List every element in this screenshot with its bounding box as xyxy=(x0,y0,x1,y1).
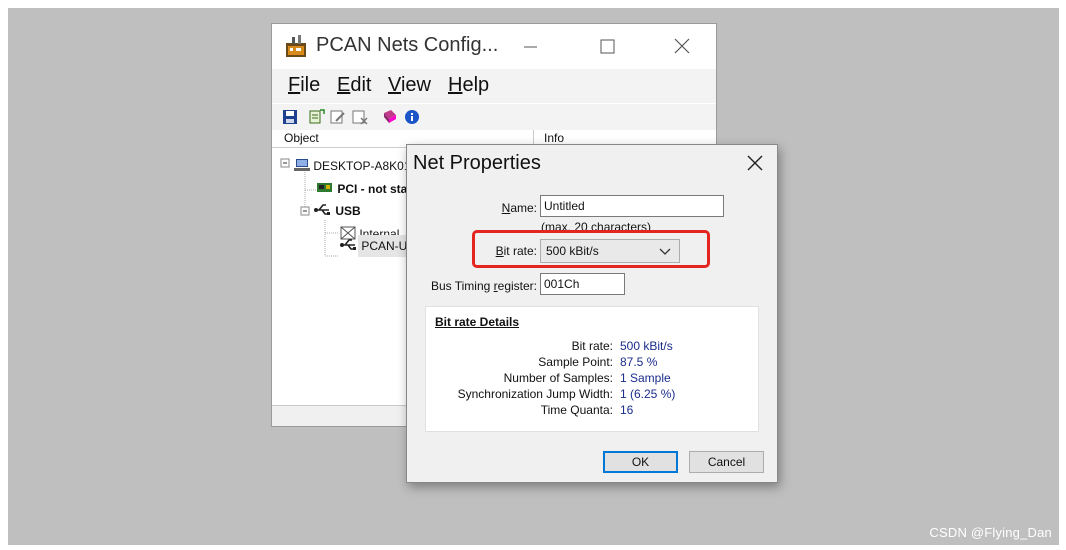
close-icon xyxy=(674,38,690,54)
net-properties-dialog: Net Properties Name: Untitled (max. 20 c… xyxy=(406,144,778,483)
menu-bar: File Edit View Help xyxy=(272,69,716,103)
name-hint: (max. 20 characters) xyxy=(541,220,652,230)
bitrate-label: Bit rate: xyxy=(495,244,537,258)
edit-net-icon[interactable] xyxy=(330,109,346,125)
usb-icon xyxy=(314,204,330,215)
info-icon[interactable] xyxy=(404,109,420,125)
details-title: Bit rate Details xyxy=(435,315,520,329)
cancel-button[interactable]: Cancel xyxy=(689,451,764,473)
computer-icon xyxy=(294,159,310,171)
detail-row: Synchronization Jump Width: 1 (6.25 %) xyxy=(457,387,676,401)
name-label: Name: xyxy=(501,201,537,215)
detail-row: Number of Samples: 1 Sample xyxy=(503,371,671,385)
dialog-title: Net Properties xyxy=(413,152,541,174)
detail-row: Time Quanta: 16 xyxy=(540,403,634,417)
menu-edit[interactable]: Edit xyxy=(337,74,371,97)
bitrate-select[interactable]: 500 kBit/s xyxy=(540,239,680,263)
minimize-icon xyxy=(524,46,537,48)
new-net-icon[interactable] xyxy=(309,109,325,125)
tree-item-pcan-usb[interactable]: PCAN-U xyxy=(340,236,407,256)
menu-help[interactable]: Help xyxy=(448,74,489,97)
bitrate-details-panel: Bit rate Details Bit rate: 500 kBit/s Sa… xyxy=(425,306,759,432)
maximize-button[interactable] xyxy=(587,32,627,60)
close-icon[interactable] xyxy=(743,151,767,175)
menu-view[interactable]: View xyxy=(388,74,431,97)
detail-row: Bit rate: 500 kBit/s xyxy=(571,339,673,353)
book-icon[interactable] xyxy=(382,109,398,125)
watermark: CSDN @Flying_Dan xyxy=(929,525,1052,540)
close-button[interactable] xyxy=(662,32,702,60)
tree-item-pci[interactable]: PCI - not sta xyxy=(316,179,407,199)
toolbar xyxy=(272,104,716,131)
detail-row: Sample Point: 87.5 % xyxy=(538,355,658,369)
window-title: PCAN Nets Config... xyxy=(316,34,499,56)
chevron-down-icon xyxy=(659,248,671,255)
bus-timing-field[interactable]: 001Ch xyxy=(540,273,625,295)
title-bar[interactable]: PCAN Nets Config... xyxy=(272,24,716,68)
usb-device-icon xyxy=(340,239,356,250)
menu-file[interactable]: File xyxy=(288,74,320,97)
delete-net-icon[interactable] xyxy=(352,109,368,125)
save-icon[interactable] xyxy=(282,109,298,125)
app-icon xyxy=(286,35,306,57)
tree-item-computer[interactable]: DESKTOP-A8K01 xyxy=(294,156,411,176)
name-field[interactable]: Untitled xyxy=(540,195,724,217)
ok-button[interactable]: OK xyxy=(603,451,678,473)
tree-item-usb[interactable]: USB xyxy=(314,201,361,221)
bus-timing-label: Bus Timing register: xyxy=(430,279,537,293)
pci-card-icon xyxy=(317,183,332,192)
minimize-button[interactable] xyxy=(510,32,550,60)
maximize-icon xyxy=(600,39,615,54)
